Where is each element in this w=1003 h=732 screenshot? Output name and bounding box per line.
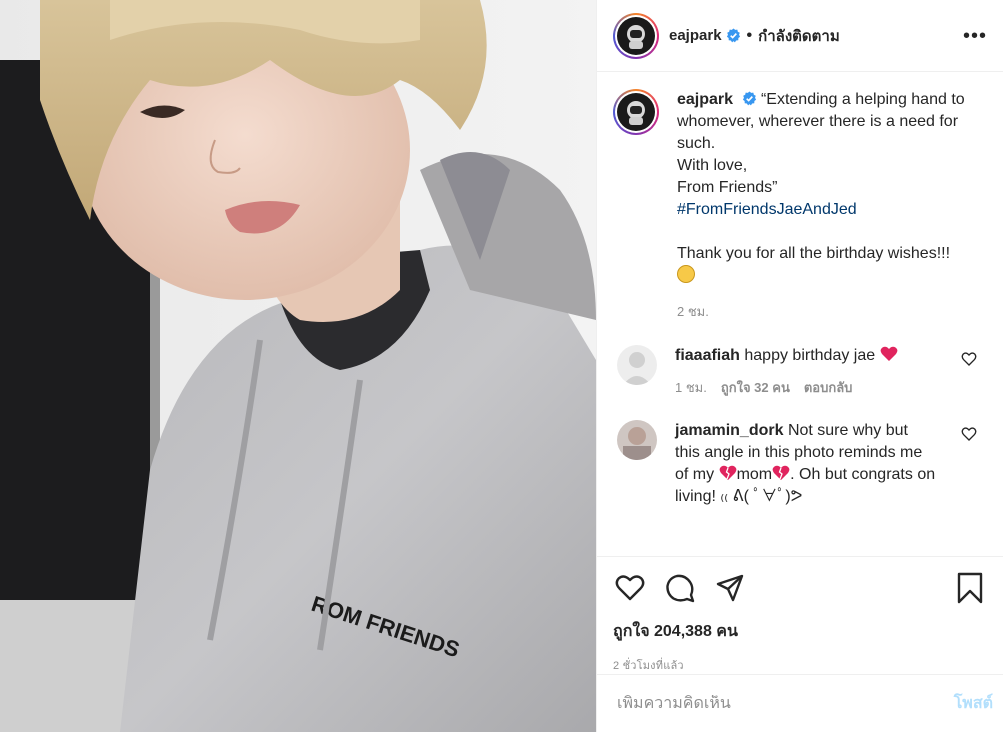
add-comment-bar: โพสต์ (597, 674, 1003, 732)
red-heart-emoji (880, 346, 897, 361)
comment-avatar[interactable] (617, 345, 657, 385)
astronaut-avatar-icon (627, 24, 645, 49)
post-actions: ถูกใจ 204,388 คน 2 ชั่วโมงที่แล้ว (597, 556, 1003, 674)
like-heart-icon[interactable] (613, 571, 647, 605)
caption-username[interactable]: eajpark (677, 91, 733, 108)
comments-list[interactable]: eajpark “Extending a helping hand to who… (597, 73, 1003, 556)
caption-avatar[interactable] (613, 89, 659, 135)
comment-likes[interactable]: ถูกใจ 32 คน (721, 377, 790, 398)
caption: eajpark “Extending a helping hand to who… (613, 89, 987, 323)
comment-text: happy birthday jae (744, 347, 876, 364)
post-photo-image: ROM FRIENDS (0, 0, 596, 732)
comment-like-heart-icon[interactable] (961, 426, 977, 442)
more-options-icon[interactable]: ••• (963, 26, 987, 46)
bookmark-icon[interactable] (953, 571, 987, 605)
astronaut-avatar-icon (627, 101, 645, 125)
comment-username[interactable]: fiaaafiah (675, 347, 740, 364)
comment-input[interactable] (617, 694, 954, 713)
comment-text: mom (736, 466, 773, 483)
header-separator: • (746, 26, 753, 44)
comment-text: . Oh but congrats on living! ₍₍ ᕕ( ﾟ∀ﾟ)ᕗ (675, 466, 936, 505)
comment-icon[interactable] (663, 571, 697, 605)
post-photo[interactable]: ROM FRIENDS (0, 0, 596, 732)
default-avatar-icon (617, 345, 657, 385)
broken-heart-emoji (719, 465, 736, 480)
post-comment-button[interactable]: โพสต์ (954, 691, 993, 716)
comment-like-heart-icon[interactable] (961, 351, 977, 367)
caption-line: From Friends” (677, 179, 778, 196)
post-likes-count[interactable]: ถูกใจ 204,388 คน (613, 619, 987, 644)
reply-button[interactable]: ตอบกลับ (804, 377, 853, 398)
broken-heart-emoji (772, 465, 790, 480)
caption-line: With love, (677, 157, 748, 174)
share-icon[interactable] (713, 571, 747, 605)
comment-username[interactable]: jamamin_dork (675, 422, 783, 439)
author-avatar[interactable] (613, 12, 659, 59)
following-button[interactable]: กำลังติดตาม (758, 24, 840, 48)
author-username[interactable]: eajpark (669, 27, 722, 44)
post-header: eajpark • กำลังติดตาม ••• (597, 0, 1003, 72)
post-timestamp: 2 ชั่วโมงที่แล้ว (613, 660, 684, 672)
comment-time: 1 ชม. (675, 380, 707, 395)
comment-item: fiaaafiah happy birthday jae 1 ชม. ถูกใจ… (613, 345, 987, 398)
verified-badge-icon (742, 91, 756, 106)
comment-item: jamamin_dork Not sure why but this angle… (613, 420, 987, 508)
caption-time: 2 ชม. (677, 304, 709, 319)
user-photo-avatar-icon (617, 420, 657, 460)
caption-thanks: Thank you for all the birthday wishes!!! (677, 245, 951, 262)
caption-hashtag[interactable]: #FromFriendsJaeAndJed (677, 199, 977, 221)
verified-badge-icon (726, 28, 740, 43)
comment-avatar[interactable] (617, 420, 657, 460)
pensive-face-emoji (677, 265, 695, 283)
caption-body: eajpark “Extending a helping hand to who… (677, 89, 977, 323)
post-detail-panel: eajpark • กำลังติดตาม ••• eajpark “Exten… (596, 0, 1003, 732)
